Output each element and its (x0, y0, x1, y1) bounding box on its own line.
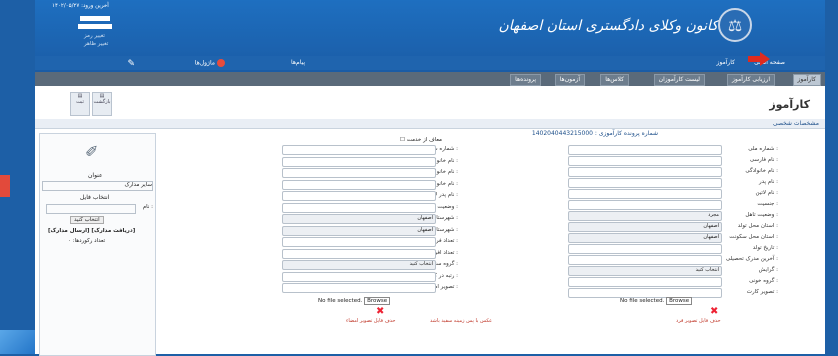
field-label: استان محل تولد : (737, 223, 778, 229)
delete-sign-icon[interactable]: ✖ (376, 306, 384, 317)
tab-bar: کارآموز ارزیابی کارآموز لیست کارآموزان ک… (35, 72, 825, 86)
name-label: نام : (142, 204, 153, 210)
field-input[interactable] (568, 156, 722, 166)
save-button[interactable]: ▤ ثبت (70, 92, 90, 116)
field-input[interactable] (568, 167, 722, 177)
photo-file-status: No file selected. Browse (620, 297, 693, 305)
field-label: استان محل سکونت : (729, 234, 778, 240)
field-input[interactable]: اصفهان (568, 233, 722, 243)
side-tab[interactable] (0, 175, 10, 197)
field-label: وضعیت تاهل : (745, 212, 778, 218)
tab-classes[interactable]: کلاس‌ها (600, 74, 629, 86)
edit-icon[interactable]: ✎ (127, 59, 135, 69)
nav-intern[interactable]: کارآموز (717, 59, 735, 66)
tab-intern-list[interactable]: لیست کارآموزان (653, 74, 705, 86)
back-button[interactable]: ▤ بازگشت (92, 92, 112, 116)
field-label: گرایش : (758, 267, 778, 273)
exempt-checkbox-label[interactable]: ☐ معاف از خدمت (400, 137, 442, 143)
tab-files[interactable]: پرونده‌ها (510, 74, 541, 86)
sign-file-status: No file selected. Browse (318, 297, 391, 305)
nav-modules[interactable]: ماژول‌ها (195, 59, 225, 67)
name-input[interactable] (46, 204, 136, 214)
field-input[interactable] (568, 200, 722, 210)
field-label: شماره ملی : (748, 146, 778, 152)
tab-intern[interactable]: کارآموز (792, 74, 821, 86)
field-input[interactable] (282, 191, 436, 201)
field-input[interactable] (282, 202, 436, 213)
field-input[interactable] (282, 156, 436, 167)
field-input[interactable] (568, 145, 722, 155)
field-input[interactable] (568, 277, 722, 287)
field-label: نام فارسی : (749, 157, 778, 163)
field-input[interactable] (282, 168, 436, 178)
field-label: نام خانوادگی : (745, 168, 778, 174)
field-input[interactable] (568, 288, 722, 298)
photo-browse-button[interactable]: Browse (666, 297, 693, 305)
page-title: کارآموز (769, 98, 810, 111)
panel-title: عنوان (88, 172, 103, 179)
sign-browse-button[interactable]: Browse (364, 297, 391, 305)
change-password-link[interactable]: تغییر رمز (84, 33, 105, 39)
field-input[interactable] (568, 255, 722, 265)
field-input[interactable] (282, 283, 436, 293)
logo-icon: ⚖ (718, 8, 752, 42)
document-type-select[interactable]: سایر مدارک (42, 181, 153, 191)
field-label: نام لاتین : (755, 190, 778, 196)
attachments-panel: ✐ عنوان سایر مدارک انتخاب فایل نام : انت… (39, 133, 156, 356)
field-input[interactable] (282, 145, 436, 155)
file-number: شماره پرونده کارآموزی : 1402040443215000 (531, 130, 658, 137)
delete-photo-link[interactable]: حذف فایل تصویر فرد (676, 318, 721, 324)
field-input[interactable]: انتخاب کنید (568, 266, 722, 276)
field-label: تصویر کارت : (746, 289, 778, 295)
photo-note: عکس با پس زمینه سفید باشد (430, 318, 493, 324)
field-input[interactable] (282, 179, 436, 190)
field-label: گروه خونی : (749, 278, 778, 284)
tab-evaluation[interactable]: ارزیابی کارآموز (727, 74, 775, 86)
field-input[interactable] (282, 237, 436, 247)
documents-links[interactable]: [ارسال مدارک] [دریافت مدارک] (48, 228, 135, 234)
field-input[interactable] (282, 271, 436, 282)
delete-photo-icon[interactable]: ✖ (710, 306, 718, 317)
delete-sign-link[interactable]: حذف فایل تصویر امضاء (346, 318, 396, 324)
field-input[interactable]: اصفهان (282, 225, 436, 236)
field-label: جنسیت : (757, 201, 778, 207)
field-input[interactable] (568, 189, 722, 199)
tab-exams[interactable]: آزمون‌ها (554, 74, 585, 86)
field-label: نام پدر : (758, 179, 778, 185)
field-label: آخرین مدرک تحصیلی : (725, 256, 778, 262)
user-name-bar (80, 16, 110, 21)
section-header: مشخصات شخصی (35, 119, 825, 129)
field-input[interactable] (568, 178, 722, 188)
app-title: کانون وکلای دادگستری استان اصفهان (498, 18, 718, 34)
choose-file-button[interactable]: انتخاب کنید (70, 216, 104, 224)
last-login: آخرین ورود: ۱۴۰۲/۰۵/۲۷ (52, 3, 109, 9)
field-input[interactable]: اصفهان (568, 222, 722, 232)
field-input[interactable] (282, 248, 436, 259)
document-icon: ✐ (85, 142, 99, 161)
user-role-bar (78, 24, 112, 29)
field-input[interactable]: مجرد (568, 211, 722, 221)
notification-badge (217, 59, 225, 67)
file-label: انتخاب فایل (80, 194, 110, 201)
record-count: تعداد رکوردها: ۰ (68, 238, 106, 244)
field-input[interactable] (568, 244, 722, 254)
field-label: تاریخ تولد : (752, 245, 778, 251)
nav-messages[interactable]: پیام‌ها (291, 59, 305, 66)
field-input[interactable]: انتخاب کنید (282, 260, 436, 270)
red-arrow-icon (748, 52, 770, 66)
top-nav: صفحه اصلی کارآموز پیام‌ها ماژول‌ها ✎ (35, 56, 825, 70)
change-theme-link[interactable]: تغییر ظاهر (84, 41, 108, 47)
field-input[interactable]: اصفهان (282, 214, 436, 224)
